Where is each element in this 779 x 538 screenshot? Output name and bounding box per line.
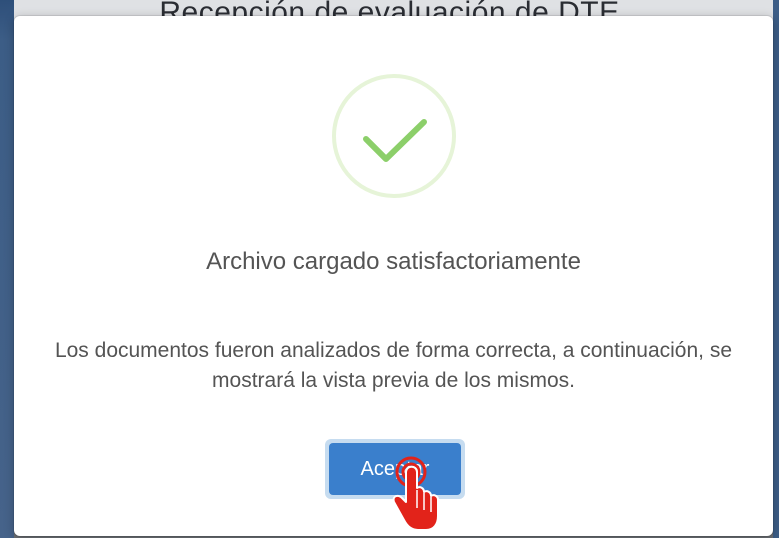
pointer-hand-icon — [392, 456, 439, 531]
right-edge-strip — [773, 0, 779, 538]
dialog-title: Archivo cargado satisfactoriamente — [206, 248, 581, 275]
success-check-icon — [332, 74, 456, 198]
dialog-message: Los documentos fueron analizados de form… — [54, 339, 733, 392]
check-mark-icon — [363, 119, 427, 162]
left-nav-strip — [0, 0, 14, 538]
